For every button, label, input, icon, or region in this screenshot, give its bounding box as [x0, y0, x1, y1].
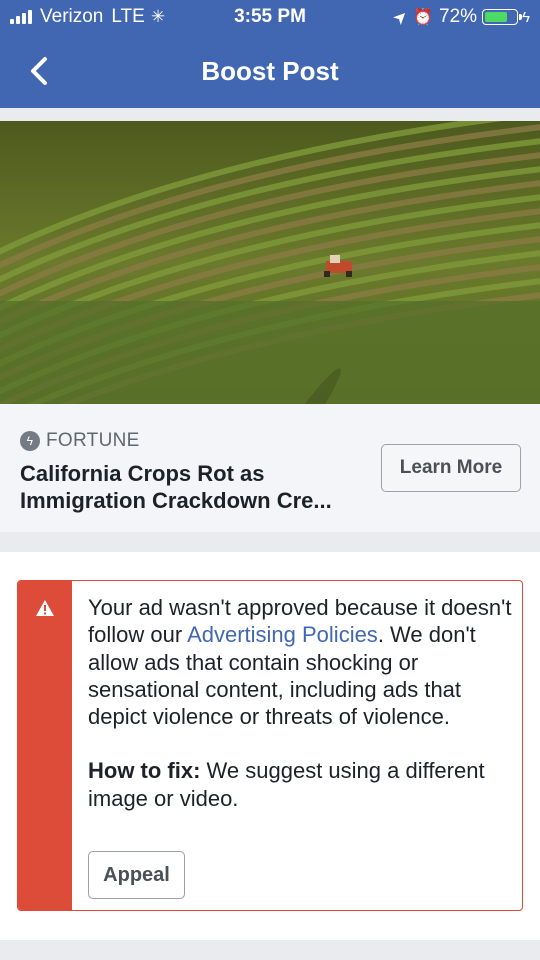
page-title: Boost Post	[201, 56, 339, 86]
status-right: ➤ ⏰ 72% ϟ	[389, 6, 530, 30]
nav-bar: Boost Post	[0, 36, 540, 108]
appeal-button[interactable]: Appeal	[88, 851, 185, 899]
bottom-divider	[0, 940, 540, 960]
post-headline: California Crops Rot as Immigration Crac…	[20, 461, 332, 513]
location-arrow-icon: ➤	[388, 5, 413, 30]
alarm-icon: ⏰	[413, 9, 434, 26]
advertising-policies-link[interactable]: Advertising Policies	[187, 622, 378, 647]
battery-icon	[482, 9, 523, 25]
charging-bolt-icon: ϟ	[522, 8, 530, 26]
field-photo	[0, 121, 540, 404]
ad-review-section: Your ad wasn't approved because it doesn…	[0, 552, 540, 940]
post-source: ϟ FORTUNE	[20, 430, 140, 452]
warning-triangle-icon	[36, 600, 54, 616]
post-image[interactable]	[0, 121, 540, 404]
ad-rejected-alert: Your ad wasn't approved because it doesn…	[17, 580, 523, 911]
status-bar: Verizon LTE ✳ 3:55 PM ➤ ⏰ 72% ϟ	[0, 0, 540, 36]
alert-body: Your ad wasn't approved because it doesn…	[88, 594, 512, 812]
post-preview-card[interactable]: ϟ FORTUNE California Crops Rot as Immigr…	[0, 121, 540, 532]
rejection-message: Your ad wasn't approved because it doesn…	[88, 594, 512, 730]
bolt-circle-icon: ϟ	[20, 431, 40, 451]
battery-percent: 72%	[439, 6, 478, 27]
battery-fill	[484, 11, 507, 22]
fix-label: How to fix:	[88, 758, 201, 784]
source-name: FORTUNE	[46, 430, 140, 451]
learn-more-button[interactable]: Learn More	[381, 444, 521, 492]
alert-stripe	[18, 581, 72, 910]
how-to-fix: How to fix: We suggest using a different…	[88, 757, 512, 812]
top-bar: Verizon LTE ✳ 3:55 PM ➤ ⏰ 72% ϟ Boost Po…	[0, 0, 540, 108]
